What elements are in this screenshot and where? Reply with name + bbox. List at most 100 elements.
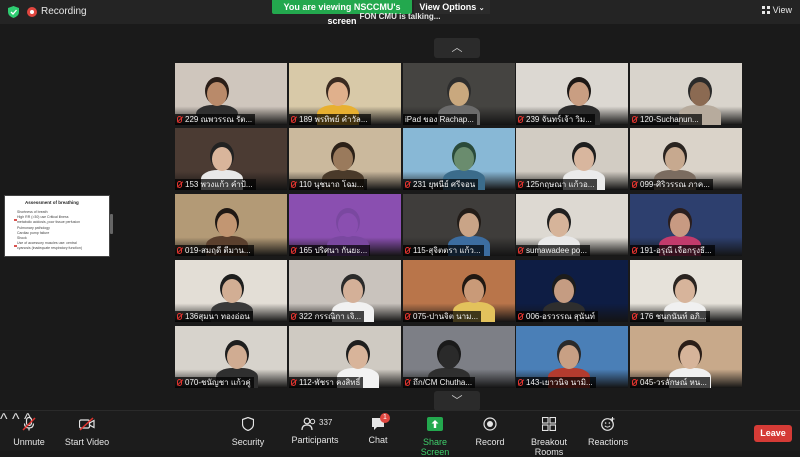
participant-name: ถึก/CM Chutha...	[413, 378, 473, 387]
chat-unread-badge: 1	[380, 413, 390, 423]
participant-face	[554, 279, 574, 303]
participant-name-tag: 322 กรรณิกา เจิ...	[289, 311, 365, 322]
record-icon	[483, 417, 497, 431]
recording-icon[interactable]	[27, 7, 37, 17]
participant-tile[interactable]: 019-สมฤดี ตีมาน...	[175, 194, 287, 256]
participant-tile[interactable]: 191-อรุณี เจือกรุงธี...	[630, 194, 742, 256]
chat-button[interactable]: 1 Chat	[364, 413, 392, 445]
muted-mic-icon	[632, 379, 637, 386]
participant-tile[interactable]: 143-เยาวนิจ นามิ...	[516, 326, 628, 388]
participant-name-tag: 112-พัชรา คงสิทธิ์	[289, 377, 364, 388]
participant-name: 045-วรลักษณ์ หน...	[640, 378, 707, 387]
participant-tile[interactable]: 070-ชนัญชา แก้วคู่	[175, 326, 287, 388]
participant-tile[interactable]: 110 นุชนาถ โฉม...	[289, 128, 401, 190]
participant-tile[interactable]: 153 พวงแก้ว คำป้...	[175, 128, 287, 190]
participant-face	[454, 147, 474, 171]
participant-name: 239 จันทร์เจ้า วิม...	[526, 115, 592, 124]
participant-tile[interactable]: 229 ณพวรรณ รัต...	[175, 63, 287, 125]
reactions-button[interactable]: Reactions	[588, 417, 628, 447]
participant-name: 136สุมนา ทองอ่อน	[185, 312, 250, 321]
participant-tile[interactable]: 189 พรทิพย์ คำวัล...	[289, 63, 401, 125]
participant-tile[interactable]: 136สุมนา ทองอ่อน	[175, 260, 287, 322]
chevron-up-icon: ︿	[451, 42, 463, 54]
participant-tile[interactable]: 165 ปริศนา กันยะ...	[289, 194, 401, 256]
unmute-label: Unmute	[13, 437, 45, 447]
participant-name: 099-ศิริวรรณ ภาค...	[640, 180, 710, 189]
participant-name-tag: 153 พวงแก้ว คำป้...	[175, 179, 256, 190]
breakout-rooms-label: Breakout Rooms	[530, 437, 568, 457]
participant-tile[interactable]: 120-Suchanun...	[630, 63, 742, 125]
meeting-toolbar: Unmute ^ Start Video ^ Security 337 Part…	[0, 410, 800, 457]
thumbnail-resize-handle[interactable]	[110, 214, 113, 234]
participant-tile[interactable]: 045-วรลักษณ์ หน...	[630, 326, 742, 388]
muted-microphone-icon	[22, 416, 36, 431]
participant-name: 110 นุชนาถ โฉม...	[299, 180, 364, 189]
audio-options-caret[interactable]: ^	[0, 411, 8, 428]
participant-face	[348, 345, 368, 369]
participant-name: 019-สมฤดี ตีมาน...	[185, 246, 251, 255]
participants-button[interactable]: 337 Participants	[290, 417, 340, 445]
participant-name-tag: 143-เยาวนิจ นามิ...	[516, 377, 596, 388]
leave-button[interactable]: Leave	[754, 425, 792, 442]
participant-tile[interactable]: 322 กรรณิกา เจิ...	[289, 260, 401, 322]
participant-face	[227, 345, 247, 369]
participant-face	[222, 279, 242, 303]
muted-mic-icon	[518, 379, 523, 386]
active-speaker-text: FON CMU is talking...	[359, 12, 441, 21]
participant-count: 337	[319, 418, 333, 427]
page-down-button[interactable]: ﹀	[434, 391, 480, 411]
participant-face	[328, 82, 348, 106]
start-video-label: Start Video	[64, 437, 110, 447]
participant-face	[690, 82, 710, 106]
unmute-button[interactable]: Unmute	[12, 416, 46, 447]
participant-name-tag: sumawadee po...	[516, 245, 590, 256]
participant-name-tag: 136สุมนา ทองอ่อน	[175, 311, 253, 322]
view-button[interactable]: View	[761, 5, 792, 15]
participant-tile[interactable]: 115-สุจิตตรา แก้ว...	[403, 194, 515, 256]
chat-label: Chat	[368, 435, 388, 445]
participant-tile[interactable]: 006-อรวรรณ สุนันท์	[516, 260, 628, 322]
participant-tile[interactable]: 075-ปานจิต นาม...	[403, 260, 515, 322]
slide-text-line: metabolic acidosis, poor tissue perfusio…	[17, 220, 81, 225]
grid-icon	[761, 6, 770, 14]
muted-mic-icon	[177, 313, 182, 320]
muted-mic-icon	[632, 116, 637, 123]
participant-name-tag: 115-สุจิตตรา แก้ว...	[403, 245, 484, 256]
page-up-button[interactable]: ︿	[434, 38, 480, 58]
start-video-button[interactable]: Start Video	[64, 417, 110, 447]
muted-mic-icon	[291, 247, 296, 254]
recording-label: Recording	[41, 6, 87, 17]
participant-tile[interactable]: 239 จันทร์เจ้า วิม...	[516, 63, 628, 125]
participant-name-tag: 125กฤษณา แก้วอ...	[516, 179, 598, 190]
breakout-rooms-button[interactable]: Breakout Rooms	[518, 416, 580, 457]
participant-tile[interactable]: ถึก/CM Chutha...	[403, 326, 515, 388]
chevron-down-icon: ﹀	[451, 395, 463, 407]
participant-tile[interactable]: 099-ศิริวรรณ ภาค...	[630, 128, 742, 190]
security-button[interactable]: Security	[228, 416, 268, 447]
participant-name: 006-อรวรรณ สุนันท์	[526, 312, 595, 321]
participant-tile[interactable]: 112-พัชรา คงสิทธิ์	[289, 326, 401, 388]
security-shield-icon[interactable]	[8, 6, 19, 18]
participant-tile[interactable]: iPad ของ Rachap...	[403, 63, 515, 125]
participant-face	[464, 279, 484, 303]
participant-face	[675, 279, 695, 303]
record-button[interactable]: Record	[474, 417, 506, 447]
participant-face	[670, 213, 690, 237]
participant-tile[interactable]: 231 ยุพนีย์ ศรีจอน	[403, 128, 515, 190]
participant-name: 191-อรุณี เจือกรุงธี...	[640, 246, 712, 255]
participant-face	[549, 213, 569, 237]
shared-screen-thumbnail[interactable]: Assessment of breathing Shortness of bre…	[4, 195, 110, 257]
participant-tile[interactable]: 125กฤษณา แก้วอ...	[516, 128, 628, 190]
participant-name-tag: 231 ยุพนีย์ ศรีจอน	[403, 179, 479, 190]
muted-mic-icon	[177, 116, 182, 123]
participant-tile[interactable]: sumawadee po...	[516, 194, 628, 256]
participant-tile[interactable]: 176 ชนกนันท์ อภิ...	[630, 260, 742, 322]
muted-mic-icon	[518, 313, 523, 320]
muted-mic-icon	[632, 313, 637, 320]
muted-mic-icon	[291, 181, 296, 188]
participant-name: 112-พัชรา คงสิทธิ์	[299, 378, 361, 387]
participant-name: 189 พรทิพย์ คำวัล...	[299, 115, 368, 124]
slide-text-line: Cardiac pump failure	[17, 230, 50, 235]
participants-label: Participants	[291, 435, 339, 445]
share-screen-button[interactable]: Share Screen	[410, 417, 460, 457]
